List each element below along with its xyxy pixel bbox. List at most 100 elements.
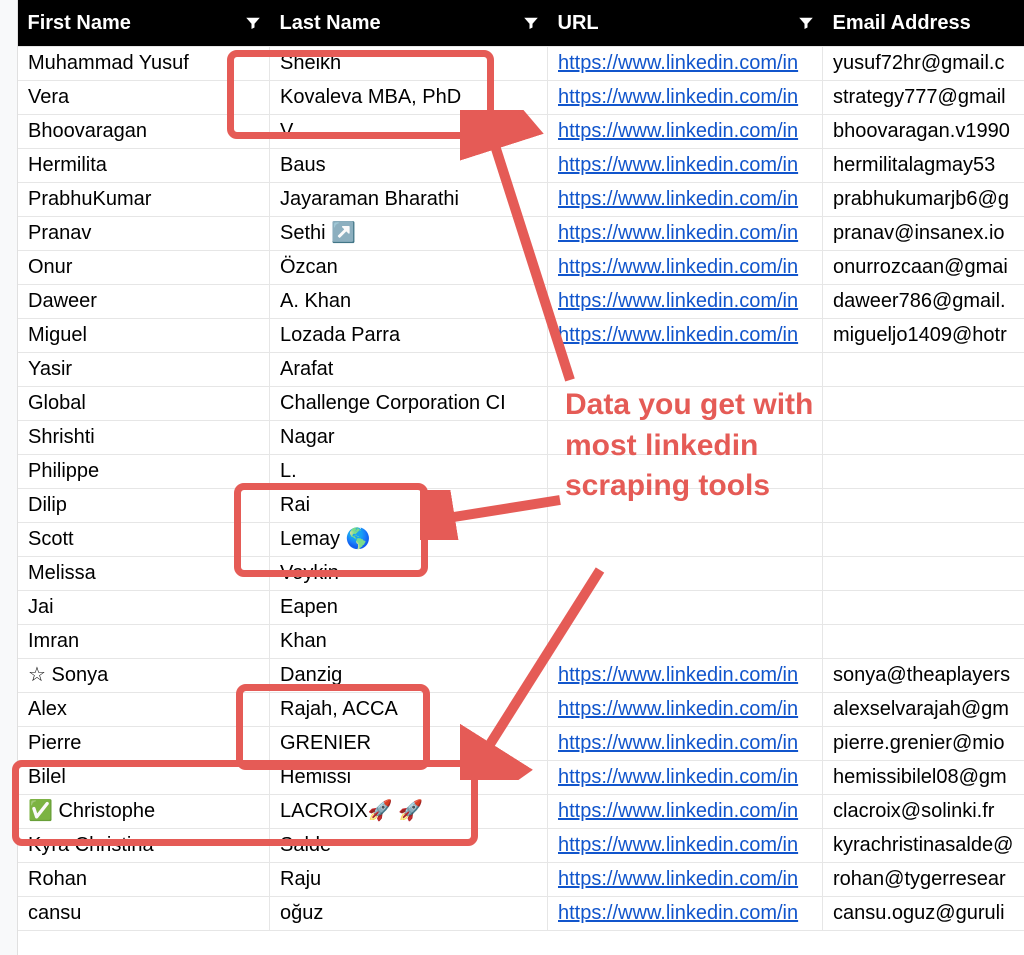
cell-email[interactable]: rohan@tygerresear bbox=[823, 863, 1024, 897]
cell-last-name[interactable]: Jayaraman Bharathi bbox=[270, 183, 548, 217]
cell-url[interactable]: https://www.linkedin.com/in bbox=[548, 183, 823, 217]
cell-url[interactable]: https://www.linkedin.com/in bbox=[548, 693, 823, 727]
cell-last-name[interactable]: Sethi ↗️ bbox=[270, 217, 548, 251]
cell-first-name[interactable]: Alex bbox=[18, 693, 270, 727]
cell-email[interactable]: strategy777@gmail bbox=[823, 81, 1024, 115]
cell-last-name[interactable]: GRENIER bbox=[270, 727, 548, 761]
cell-email[interactable]: yusuf72hr@gmail.c bbox=[823, 47, 1024, 81]
linkedin-link[interactable]: https://www.linkedin.com/in bbox=[558, 732, 798, 754]
cell-url[interactable]: https://www.linkedin.com/in bbox=[548, 217, 823, 251]
cell-first-name[interactable]: Melissa bbox=[18, 557, 270, 591]
filter-icon[interactable] bbox=[797, 14, 815, 32]
cell-first-name[interactable]: cansu bbox=[18, 897, 270, 931]
cell-email[interactable]: pierre.grenier@mio bbox=[823, 727, 1024, 761]
cell-email[interactable]: hemissibilel08@gm bbox=[823, 761, 1024, 795]
cell-url[interactable] bbox=[548, 591, 823, 625]
cell-email[interactable]: hermilitalagmay53 bbox=[823, 149, 1024, 183]
cell-email[interactable] bbox=[823, 489, 1024, 523]
cell-first-name[interactable]: Shrishti bbox=[18, 421, 270, 455]
cell-email[interactable]: prabhukumarjb6@g bbox=[823, 183, 1024, 217]
linkedin-link[interactable]: https://www.linkedin.com/in bbox=[558, 222, 798, 244]
col-header-url[interactable]: URL bbox=[548, 0, 823, 47]
cell-url[interactable]: https://www.linkedin.com/in bbox=[548, 251, 823, 285]
cell-last-name[interactable]: Voykin bbox=[270, 557, 548, 591]
linkedin-link[interactable]: https://www.linkedin.com/in bbox=[558, 698, 798, 720]
cell-first-name[interactable]: Rohan bbox=[18, 863, 270, 897]
cell-last-name[interactable]: Rajah, ACCA bbox=[270, 693, 548, 727]
cell-url[interactable] bbox=[548, 625, 823, 659]
linkedin-link[interactable]: https://www.linkedin.com/in bbox=[558, 154, 798, 176]
cell-email[interactable] bbox=[823, 591, 1024, 625]
cell-url[interactable]: https://www.linkedin.com/in bbox=[548, 115, 823, 149]
cell-first-name[interactable]: Kyra Christina bbox=[18, 829, 270, 863]
cell-email[interactable]: daweer786@gmail. bbox=[823, 285, 1024, 319]
cell-first-name[interactable]: Global bbox=[18, 387, 270, 421]
cell-last-name[interactable]: A. Khan bbox=[270, 285, 548, 319]
cell-first-name[interactable]: PrabhuKumar bbox=[18, 183, 270, 217]
cell-first-name[interactable]: Jai bbox=[18, 591, 270, 625]
cell-url[interactable] bbox=[548, 523, 823, 557]
cell-url[interactable]: https://www.linkedin.com/in bbox=[548, 727, 823, 761]
cell-last-name[interactable]: Baus bbox=[270, 149, 548, 183]
cell-email[interactable] bbox=[823, 625, 1024, 659]
cell-email[interactable]: cansu.oguz@guruli bbox=[823, 897, 1024, 931]
cell-url[interactable] bbox=[548, 421, 823, 455]
cell-url[interactable]: https://www.linkedin.com/in bbox=[548, 285, 823, 319]
cell-last-name[interactable]: Rai bbox=[270, 489, 548, 523]
cell-first-name[interactable]: Onur bbox=[18, 251, 270, 285]
cell-last-name[interactable]: Nagar bbox=[270, 421, 548, 455]
linkedin-link[interactable]: https://www.linkedin.com/in bbox=[558, 834, 798, 856]
cell-first-name[interactable]: ✅ Christophe bbox=[18, 795, 270, 829]
cell-email[interactable] bbox=[823, 387, 1024, 421]
linkedin-link[interactable]: https://www.linkedin.com/in bbox=[558, 52, 798, 74]
cell-last-name[interactable]: Lozada Parra bbox=[270, 319, 548, 353]
cell-email[interactable]: bhoovaragan.v1990 bbox=[823, 115, 1024, 149]
cell-last-name[interactable]: Challenge Corporation CI bbox=[270, 387, 548, 421]
cell-last-name[interactable]: V bbox=[270, 115, 548, 149]
linkedin-link[interactable]: https://www.linkedin.com/in bbox=[558, 664, 798, 686]
cell-first-name[interactable]: Vera bbox=[18, 81, 270, 115]
cell-last-name[interactable]: oğuz bbox=[270, 897, 548, 931]
cell-url[interactable] bbox=[548, 387, 823, 421]
filter-icon[interactable] bbox=[244, 14, 262, 32]
linkedin-link[interactable]: https://www.linkedin.com/in bbox=[558, 868, 798, 890]
cell-last-name[interactable]: Danzig bbox=[270, 659, 548, 693]
cell-email[interactable]: migueljo1409@hotr bbox=[823, 319, 1024, 353]
cell-last-name[interactable]: Raju bbox=[270, 863, 548, 897]
cell-url[interactable] bbox=[548, 455, 823, 489]
cell-first-name[interactable]: Daweer bbox=[18, 285, 270, 319]
cell-email[interactable]: onurrozcaan@gmai bbox=[823, 251, 1024, 285]
cell-url[interactable]: https://www.linkedin.com/in bbox=[548, 795, 823, 829]
cell-last-name[interactable]: Özcan bbox=[270, 251, 548, 285]
cell-email[interactable]: kyrachristinasalde@ bbox=[823, 829, 1024, 863]
cell-url[interactable]: https://www.linkedin.com/in bbox=[548, 863, 823, 897]
cell-url[interactable] bbox=[548, 353, 823, 387]
cell-url[interactable] bbox=[548, 489, 823, 523]
cell-email[interactable] bbox=[823, 455, 1024, 489]
linkedin-link[interactable]: https://www.linkedin.com/in bbox=[558, 120, 798, 142]
cell-first-name[interactable]: Hermilita bbox=[18, 149, 270, 183]
cell-last-name[interactable]: Arafat bbox=[270, 353, 548, 387]
cell-first-name[interactable]: Philippe bbox=[18, 455, 270, 489]
cell-first-name[interactable]: Bilel bbox=[18, 761, 270, 795]
linkedin-link[interactable]: https://www.linkedin.com/in bbox=[558, 324, 798, 346]
cell-url[interactable]: https://www.linkedin.com/in bbox=[548, 149, 823, 183]
cell-last-name[interactable]: Hemissi bbox=[270, 761, 548, 795]
col-header-last[interactable]: Last Name bbox=[270, 0, 548, 47]
cell-first-name[interactable]: Bhoovaragan bbox=[18, 115, 270, 149]
cell-email[interactable]: sonya@theaplayers bbox=[823, 659, 1024, 693]
cell-email[interactable] bbox=[823, 523, 1024, 557]
cell-email[interactable]: clacroix@solinki.fr bbox=[823, 795, 1024, 829]
cell-first-name[interactable]: Yasir bbox=[18, 353, 270, 387]
cell-email[interactable]: alexselvarajah@gm bbox=[823, 693, 1024, 727]
cell-url[interactable]: https://www.linkedin.com/in bbox=[548, 81, 823, 115]
cell-first-name[interactable]: Dilip bbox=[18, 489, 270, 523]
cell-last-name[interactable]: Lemay 🌎 bbox=[270, 523, 548, 557]
cell-email[interactable]: pranav@insanex.io bbox=[823, 217, 1024, 251]
linkedin-link[interactable]: https://www.linkedin.com/in bbox=[558, 290, 798, 312]
linkedin-link[interactable]: https://www.linkedin.com/in bbox=[558, 188, 798, 210]
cell-last-name[interactable]: Salde bbox=[270, 829, 548, 863]
cell-first-name[interactable]: ☆ Sonya bbox=[18, 659, 270, 693]
cell-last-name[interactable]: LACROIX🚀 🚀 bbox=[270, 795, 548, 829]
cell-url[interactable]: https://www.linkedin.com/in bbox=[548, 319, 823, 353]
